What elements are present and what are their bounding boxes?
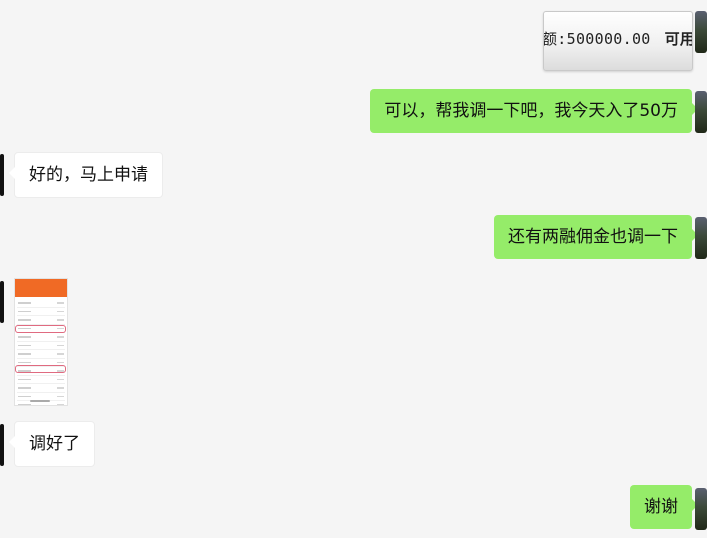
highlight-oval <box>15 365 66 373</box>
home-indicator <box>30 400 50 402</box>
image-message-screenshot-strip[interactable]: 额:500000.00 可用: <box>543 11 693 71</box>
contact-avatar[interactable] <box>0 424 4 466</box>
image-text: 额:500000.00 可用: <box>543 28 692 49</box>
amount-fragment: 额:500000.00 <box>543 30 651 48</box>
contact-avatar[interactable] <box>0 154 4 196</box>
user-avatar[interactable] <box>695 217 707 259</box>
message-bubble-received[interactable]: 好的，马上申请 <box>9 152 163 198</box>
app-header-bar <box>15 279 67 297</box>
user-avatar[interactable] <box>695 11 707 53</box>
highlight-oval <box>15 325 66 333</box>
screenshot-rows <box>17 299 65 405</box>
available-fragment: 可用: <box>664 30 692 48</box>
image-message-phone-screenshot[interactable] <box>14 278 68 406</box>
message-bubble-sent[interactable]: 还有两融佣金也调一下 <box>494 215 698 259</box>
message-bubble-sent[interactable]: 可以，帮我调一下吧，我今天入了50万 <box>370 89 698 133</box>
user-avatar[interactable] <box>695 488 707 530</box>
user-avatar[interactable] <box>695 91 707 133</box>
message-bubble-received[interactable]: 调好了 <box>9 421 95 467</box>
contact-avatar[interactable] <box>0 281 4 323</box>
message-bubble-sent[interactable]: 谢谢 <box>630 485 698 529</box>
